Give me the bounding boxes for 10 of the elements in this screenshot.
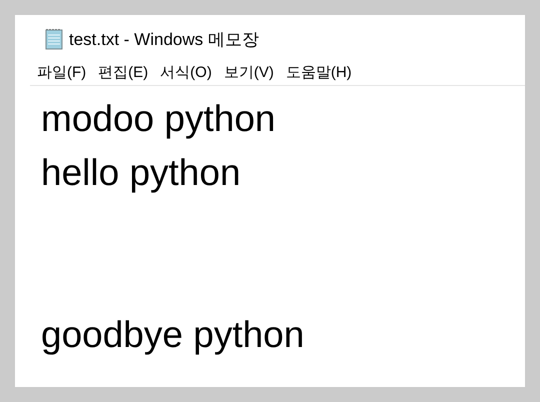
text-line: modoo python <box>41 97 277 141</box>
menu-item[interactable]: 도움말(H) <box>286 63 352 82</box>
menu-item[interactable]: 서식(O) <box>160 63 212 82</box>
menu-item[interactable]: 파일(F) <box>37 63 86 82</box>
menu-item[interactable]: 편집(E) <box>98 63 148 82</box>
text-line: goodbye python <box>41 313 306 357</box>
text-line: hello python <box>41 151 242 195</box>
window-title: test.txt - Windows 메모장 <box>69 28 259 50</box>
notepad-icon <box>43 28 65 50</box>
menu-item[interactable]: 보기(V) <box>224 63 274 82</box>
